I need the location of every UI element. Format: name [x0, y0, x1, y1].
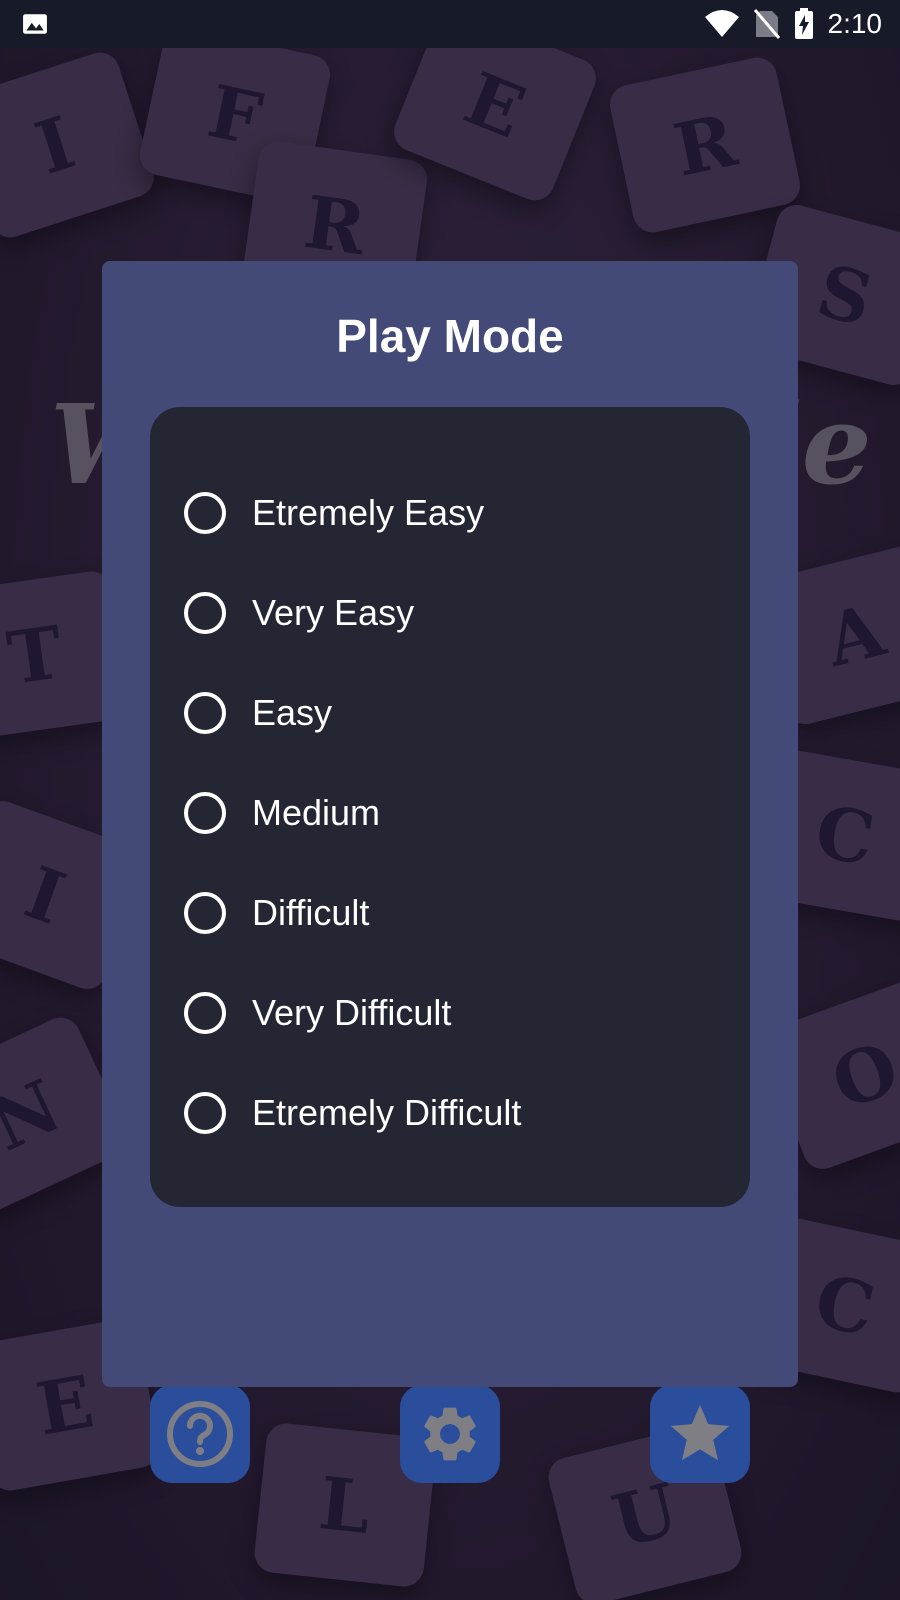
option-easy[interactable]: Easy [184, 675, 724, 751]
option-label: Very Difficult [252, 992, 452, 1033]
option-label: Etremely Difficult [252, 1092, 522, 1133]
help-icon [167, 1401, 233, 1467]
wifi-icon [704, 10, 739, 37]
option-label: Easy [252, 692, 333, 733]
difficulty-radio-group: Etremely Easy Very Easy Easy Medium Diff… [150, 407, 750, 1207]
favorites-button[interactable] [650, 1385, 750, 1483]
option-label: Very Easy [252, 592, 415, 633]
settings-button[interactable] [400, 1385, 500, 1483]
radio-unchecked-icon[interactable] [184, 492, 226, 534]
option-etremely-difficult[interactable]: Etremely Difficult [184, 1075, 724, 1151]
option-medium[interactable]: Medium [184, 775, 724, 851]
battery-charging-icon [794, 8, 813, 39]
star-icon [670, 1404, 730, 1461]
radio-unchecked-icon[interactable] [184, 892, 226, 934]
radio-unchecked-icon[interactable] [184, 592, 226, 634]
status-bar: 2:10 [0, 0, 900, 48]
option-label: Medium [252, 792, 381, 833]
status-time: 2:10 [827, 8, 883, 39]
image-icon [22, 11, 48, 41]
option-difficult[interactable]: Difficult [184, 875, 724, 951]
option-label: Etremely Easy [252, 492, 485, 533]
radio-unchecked-icon[interactable] [184, 692, 226, 734]
radio-unchecked-icon[interactable] [184, 792, 226, 834]
no-sim-icon [753, 9, 780, 39]
help-button[interactable] [150, 1385, 250, 1483]
app-screen: I F R E R S T I N A C O C E L U W le [0, 0, 900, 1600]
option-very-difficult[interactable]: Very Difficult [184, 975, 724, 1051]
play-mode-dialog: Play Mode Etremely Easy Very Easy Easy M… [102, 261, 798, 1387]
option-label: Difficult [252, 892, 370, 933]
dialog-title: Play Mode [336, 310, 564, 362]
option-etremely-easy[interactable]: Etremely Easy [184, 475, 724, 551]
radio-unchecked-icon[interactable] [184, 992, 226, 1034]
option-very-easy[interactable]: Very Easy [184, 575, 724, 651]
radio-unchecked-icon[interactable] [184, 1092, 226, 1134]
settings-icon [424, 1407, 476, 1461]
